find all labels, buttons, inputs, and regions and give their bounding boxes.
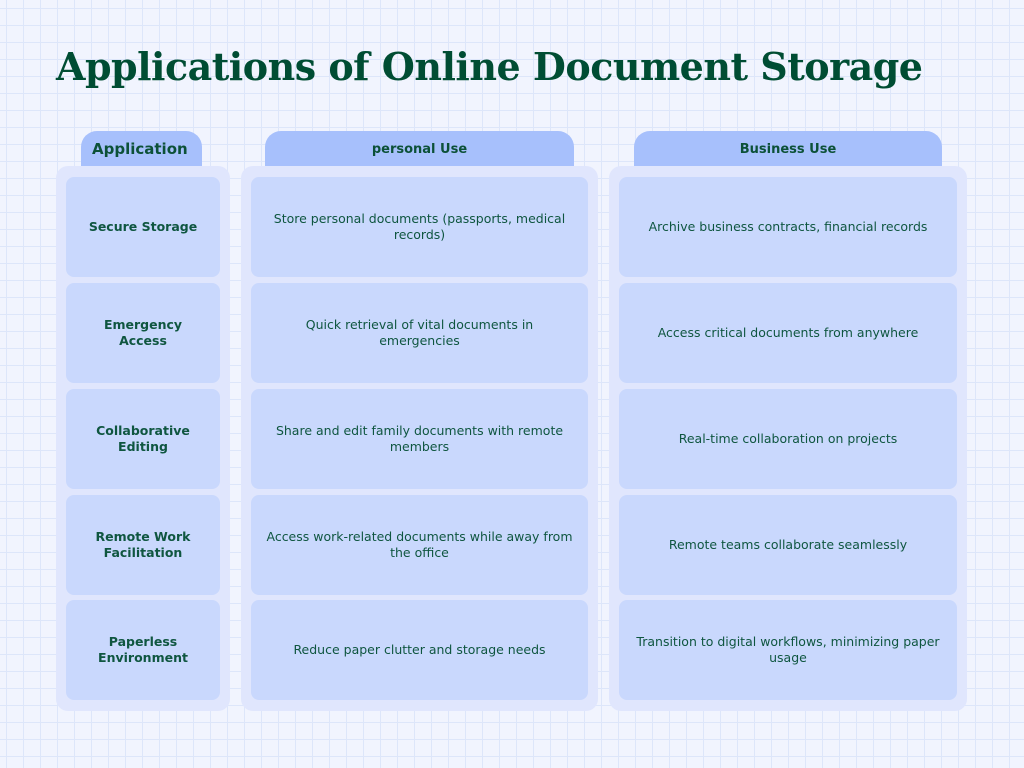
application-cell: Secure Storage [66,177,220,277]
header-personal-use: personal Use [265,131,574,167]
application-cell: Remote Work Facilitation [66,495,220,595]
business-use-cell: Access critical documents from anywhere [619,283,957,383]
application-cell: Paperless Environment [66,600,220,700]
personal-use-cell: Quick retrieval of vital documents in em… [251,283,588,383]
application-column: Secure Storage Emergency Access Collabor… [56,166,230,711]
personal-use-cell: Access work-related documents while away… [251,495,588,595]
business-use-cell: Transition to digital workflows, minimiz… [619,600,957,700]
application-cell: Emergency Access [66,283,220,383]
personal-use-cell: Share and edit family documents with rem… [251,389,588,489]
business-use-cell: Archive business contracts, financial re… [619,177,957,277]
personal-use-cell: Store personal documents (passports, med… [251,177,588,277]
header-business-use: Business Use [634,131,942,167]
application-cell: Collaborative Editing [66,389,220,489]
business-use-cell: Real-time collaboration on projects [619,389,957,489]
header-application: Application [81,131,202,167]
personal-use-column: Store personal documents (passports, med… [241,166,598,711]
page-title: Applications of Online Document Storage [56,44,923,89]
business-use-column: Archive business contracts, financial re… [609,166,967,711]
personal-use-cell: Reduce paper clutter and storage needs [251,600,588,700]
business-use-cell: Remote teams collaborate seamlessly [619,495,957,595]
